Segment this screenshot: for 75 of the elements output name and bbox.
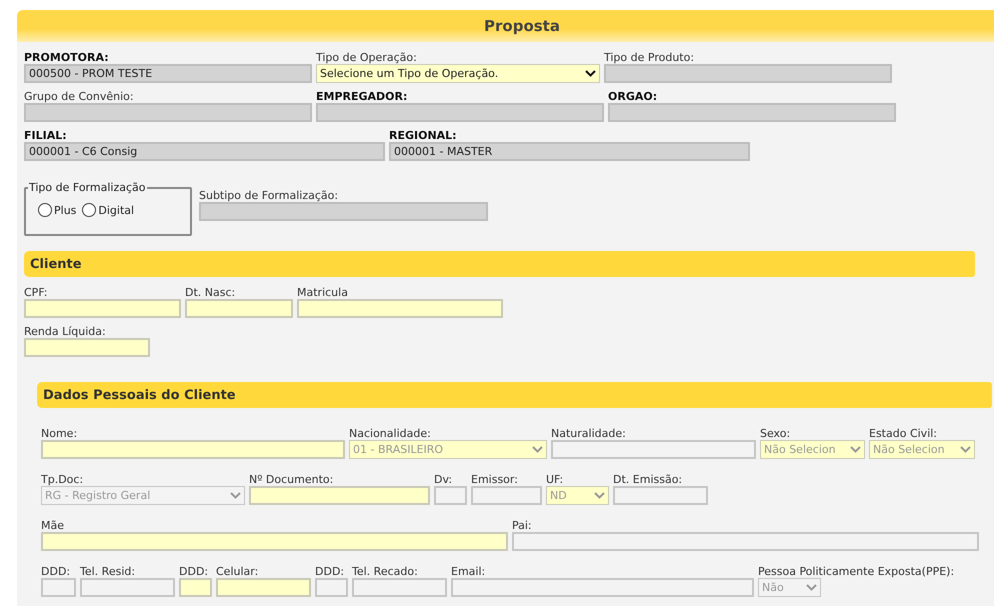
form-title: Proposta xyxy=(484,17,560,35)
input-field[interactable]: 000001 - MASTER xyxy=(389,142,750,161)
input-field[interactable] xyxy=(41,532,508,551)
field-label: Tel. Resid: xyxy=(80,565,136,578)
chevron-down-icon xyxy=(806,584,817,591)
input-field[interactable] xyxy=(608,103,896,122)
input-field[interactable] xyxy=(249,486,430,505)
field-label: Mãe xyxy=(41,519,64,532)
input-field[interactable]: 000001 - C6 Consig xyxy=(24,142,385,161)
input-field[interactable] xyxy=(512,532,979,551)
group-legend: Tipo de Formalização xyxy=(28,181,146,194)
field-label: EMPREGADOR: xyxy=(316,90,408,103)
select-field[interactable]: Selecione um Tipo de Operação. xyxy=(316,64,600,83)
field-label: Celular: xyxy=(216,565,258,578)
field-label: Naturalidade: xyxy=(551,427,626,440)
chevron-down-icon xyxy=(230,492,241,499)
field-label: DDD: xyxy=(179,565,208,578)
input-field[interactable]: 000500 - PROM TESTE xyxy=(24,64,312,83)
radio-option[interactable]: Digital xyxy=(82,203,134,217)
input-field[interactable] xyxy=(199,202,488,221)
section-title: Cliente xyxy=(30,256,82,272)
input-field[interactable] xyxy=(179,578,212,597)
field-label: Matricula xyxy=(297,286,348,299)
input-field[interactable] xyxy=(315,578,348,597)
field-label: DDD: xyxy=(41,565,70,578)
field-label: Dv: xyxy=(434,473,452,486)
field-label: Emissor: xyxy=(471,473,518,486)
field-label: Sexo: xyxy=(760,427,790,440)
input-field[interactable] xyxy=(434,486,467,505)
input-field[interactable] xyxy=(471,486,542,505)
input-field[interactable] xyxy=(352,578,447,597)
field-label: Estado Civil: xyxy=(869,427,938,440)
field-label: Tipo de Operação: xyxy=(316,51,417,64)
field-label: Dt. Emissão: xyxy=(613,473,682,486)
field-label: Dt. Nasc: xyxy=(185,286,236,299)
field-label: Tel. Recado: xyxy=(352,565,418,578)
field-label: FILIAL: xyxy=(24,129,67,142)
field-label: Subtipo de Formalização: xyxy=(199,189,338,202)
chevron-down-icon xyxy=(850,446,861,453)
input-field[interactable] xyxy=(604,64,892,83)
input-field[interactable] xyxy=(613,486,708,505)
field-label: Tipo de Produto: xyxy=(604,51,694,64)
field-label: Tp.Doc: xyxy=(41,473,84,486)
field-label: PROMOTORA: xyxy=(24,51,109,64)
chevron-down-icon xyxy=(585,70,596,77)
input-field[interactable] xyxy=(297,299,503,318)
field-label: Nome: xyxy=(41,427,78,440)
chevron-down-icon xyxy=(532,446,543,453)
input-field[interactable] xyxy=(216,578,311,597)
field-label: Grupo de Convênio: xyxy=(24,90,134,103)
field-label: CPF: xyxy=(24,286,48,299)
field-label: ORGAO: xyxy=(608,90,658,103)
field-label: Nacionalidade: xyxy=(349,427,431,440)
field-label: DDD: xyxy=(315,565,344,578)
input-field[interactable] xyxy=(316,103,604,122)
field-label: UF: xyxy=(546,473,564,486)
field-label: Nº Documento: xyxy=(249,473,334,486)
field-label: Renda Líquida: xyxy=(24,325,106,338)
field-label: Email: xyxy=(451,565,486,578)
field-label: Pai: xyxy=(512,519,532,532)
input-field[interactable] xyxy=(185,299,293,318)
input-field[interactable] xyxy=(41,440,345,459)
input-field[interactable] xyxy=(24,299,181,318)
field-label: REGIONAL: xyxy=(389,129,457,142)
section-title: Dados Pessoais do Cliente xyxy=(43,388,236,402)
input-field[interactable] xyxy=(80,578,175,597)
input-field[interactable] xyxy=(24,103,312,122)
input-field[interactable] xyxy=(551,440,756,459)
chevron-down-icon xyxy=(960,446,971,453)
input-field[interactable] xyxy=(451,578,754,597)
input-field[interactable] xyxy=(41,578,76,597)
chevron-down-icon xyxy=(594,492,605,499)
radio-option[interactable]: Plus xyxy=(38,203,76,217)
field-label: Pessoa Politicamente Exposta(PPE): xyxy=(758,565,954,578)
input-field[interactable] xyxy=(24,338,150,357)
